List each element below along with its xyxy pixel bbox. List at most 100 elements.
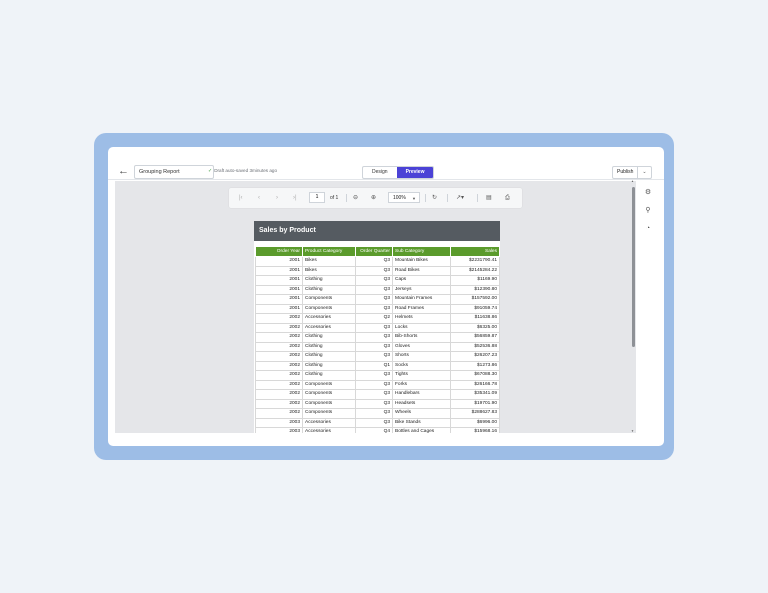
check-icon: ✓ [208, 168, 213, 174]
table-cell: $67088.30 [450, 370, 500, 381]
table-cell: 2002 [255, 379, 303, 390]
zoom-in-icon[interactable]: ⊕ [371, 194, 376, 202]
table-cell: 2001 [255, 265, 303, 276]
table-cell: Tights [392, 370, 451, 381]
publish-label[interactable]: Publish [613, 167, 639, 178]
gauge-icon[interactable]: ◔ [643, 224, 653, 234]
table-cell: 2001 [255, 303, 303, 314]
table-row: 2001 Components Q3 Road Frames $91059.74 [255, 303, 500, 314]
table-cell: 2002 [255, 408, 303, 419]
table-row: 2002 Components Q3 Handlebars $35341.09 [255, 389, 500, 400]
previous-page-icon[interactable]: ‹ [258, 194, 260, 202]
table-cell: Clothing [302, 351, 356, 362]
table-cell: Components [302, 379, 356, 390]
table-row: 2002 Clothing Q3 Tights $67088.30 [255, 370, 500, 381]
next-page-icon[interactable]: › [276, 194, 278, 202]
table-cell: $26207.23 [450, 351, 500, 362]
table-cell: 2002 [255, 332, 303, 343]
table-cell: $91059.74 [450, 303, 500, 314]
table-cell: 2002 [255, 389, 303, 400]
scroll-up-icon[interactable]: ▲ [631, 179, 634, 183]
table-cell: $288627.83 [450, 408, 500, 419]
search-icon[interactable]: ⚲ [643, 206, 653, 216]
print-icon[interactable]: ⎙ [505, 194, 510, 202]
page-count-label: of 1 [330, 195, 339, 201]
scrollbar-thumb[interactable] [632, 187, 635, 347]
sales-table: Order Year Product Category Order Quarte… [255, 246, 500, 433]
table-row: 2002 Clothing Q3 Shorts $26207.23 [255, 351, 500, 362]
toolbar-divider [425, 194, 426, 202]
gear-icon[interactable]: ⚙ [643, 188, 653, 198]
table-row: 2001 Bikes Q3 Mountain Bikes $2231790.41 [255, 256, 500, 267]
table-cell: Bikes [302, 265, 356, 276]
table-cell: 2003 [255, 427, 303, 433]
publish-button[interactable]: Publish ⌄ [612, 166, 652, 179]
table-cell: Headsets [392, 398, 451, 409]
table-row: 2002 Components Q3 Headsets $19701.90 [255, 398, 500, 409]
page-setup-icon[interactable]: ▤ [486, 194, 492, 202]
table-cell: 2001 [255, 275, 303, 286]
column-header: Sales [450, 246, 500, 257]
table-row: 2002 Clothing Q1 Socks $1273.86 [255, 360, 500, 371]
table-row: 2001 Components Q3 Mountain Frames $157592.0… [255, 294, 500, 305]
zoom-out-icon[interactable]: ⊖ [353, 194, 358, 202]
table-cell: $15968.16 [450, 427, 500, 433]
table-cell: Shorts [392, 351, 451, 362]
tab-preview[interactable]: Preview [396, 167, 434, 178]
table-cell: Q2 [355, 313, 393, 324]
table-row: 2001 Clothing Q3 Jerseys $12390.80 [255, 284, 500, 295]
table-row: 2001 Clothing Q3 Caps $1169.90 [255, 275, 500, 286]
table-cell: Bottles and Cages [392, 427, 451, 433]
table-cell: $6325.00 [450, 322, 500, 333]
table-cell: $2231790.41 [450, 256, 500, 267]
back-arrow-icon[interactable]: ← [118, 164, 132, 178]
first-page-icon[interactable]: |‹ [239, 194, 243, 202]
table-cell: Clothing [302, 360, 356, 371]
table-cell: Mountain Frames [392, 294, 451, 305]
refresh-icon[interactable]: ↻ [432, 194, 437, 202]
table-cell: Components [302, 389, 356, 400]
column-header: Order Year [255, 246, 303, 257]
table-cell: Components [302, 294, 356, 305]
export-icon[interactable]: ↗▾ [456, 194, 464, 202]
table-cell: $1273.86 [450, 360, 500, 371]
last-page-icon[interactable]: ›| [293, 194, 297, 202]
top-bar: ← ✓Draft auto-saved 3minutes ago Design … [108, 147, 664, 180]
table-cell: $26166.78 [450, 379, 500, 390]
vertical-scrollbar[interactable]: ▲ ▼ [631, 179, 635, 433]
table-row: 2003 Accessories Q3 Bike Stands $6996.00 [255, 417, 500, 428]
table-cell: Q3 [355, 351, 393, 362]
table-cell: Q4 [355, 427, 393, 433]
table-cell: $2145284.22 [450, 265, 500, 276]
table-cell: Bib-Shorts [392, 332, 451, 343]
chevron-down-icon: ▼ [412, 196, 416, 201]
table-cell: Accessories [302, 417, 356, 428]
table-cell: Q3 [355, 417, 393, 428]
table-cell: Clothing [302, 341, 356, 352]
scroll-down-icon[interactable]: ▼ [631, 429, 634, 433]
report-name-input[interactable] [134, 165, 214, 179]
chevron-down-icon[interactable]: ⌄ [638, 167, 650, 178]
table-cell: Mountain Bikes [392, 256, 451, 267]
table-cell: Q3 [355, 341, 393, 352]
table-row: 2002 Accessories Q2 Helmets $11638.86 [255, 313, 500, 324]
table-cell: Q3 [355, 303, 393, 314]
table-cell: Components [302, 408, 356, 419]
table-cell: $11638.86 [450, 313, 500, 324]
table-row: 2002 Components Q3 Wheels $288627.83 [255, 408, 500, 419]
table-cell: 2002 [255, 341, 303, 352]
table-cell: 2003 [255, 417, 303, 428]
report-viewer-window: ← ✓Draft auto-saved 3minutes ago Design … [108, 147, 664, 446]
table-cell: $35341.09 [450, 389, 500, 400]
table-cell: Locks [392, 322, 451, 333]
table-cell: Road Frames [392, 303, 451, 314]
table-row: 2002 Clothing Q3 Gloves $52536.88 [255, 341, 500, 352]
zoom-value: 100% [393, 195, 406, 201]
table-row: 2002 Accessories Q3 Locks $6325.00 [255, 322, 500, 333]
zoom-select[interactable]: 100% ▼ [388, 192, 420, 203]
table-cell: 2001 [255, 256, 303, 267]
tab-design[interactable]: Design [363, 167, 397, 178]
page-number-input[interactable] [309, 192, 325, 203]
table-cell: Helmets [392, 313, 451, 324]
table-cell: $157592.00 [450, 294, 500, 305]
